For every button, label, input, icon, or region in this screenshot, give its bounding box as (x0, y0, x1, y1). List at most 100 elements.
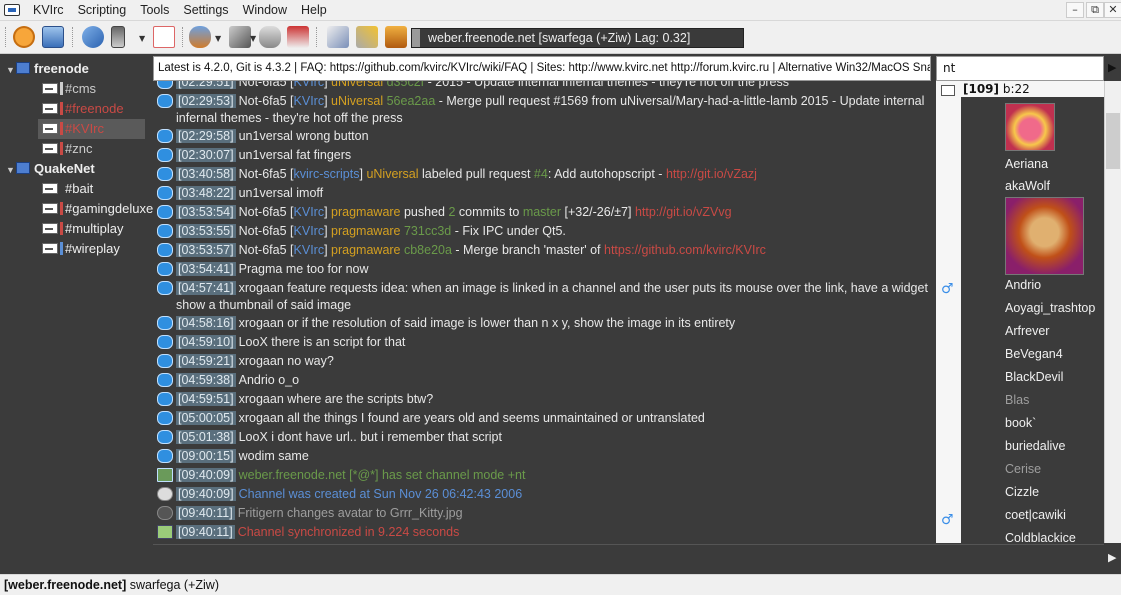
topic-bar[interactable]: Latest is 4.2.0, Git is 4.3.2 | FAQ: htt… (153, 56, 931, 81)
channel-icon (42, 143, 58, 154)
gamepad-icon[interactable] (259, 26, 281, 48)
chevron-down-icon[interactable]: ▼ (139, 34, 145, 43)
identity-icon[interactable] (189, 26, 211, 48)
expand-arrow-icon[interactable]: ▼ (6, 60, 16, 80)
menu-tools[interactable]: Tools (133, 3, 176, 17)
channel-znc[interactable]: #znc (42, 139, 149, 159)
speech-icon (157, 186, 173, 200)
user-list-item[interactable]: Blas (1005, 393, 1029, 407)
notifier-icon[interactable] (385, 26, 407, 48)
message-text: [02:29:51] Not-6fa5 [KVIrc] uNiversal d35… (176, 81, 936, 91)
menu-window[interactable]: Window (236, 3, 294, 17)
close-button[interactable]: ✕ (1104, 2, 1121, 18)
topic-arrow-icon[interactable]: ▶ (1108, 61, 1116, 74)
channel-cms[interactable]: #cms (42, 79, 149, 99)
timestamp: [09:40:09] (176, 487, 236, 501)
userlist-mode-icon[interactable] (941, 85, 955, 96)
channel-KVIrc[interactable]: #KVIrc (38, 119, 145, 139)
user-list-item[interactable]: Aoyagi_trashtop (1005, 301, 1095, 315)
male-icon: ♂ (941, 281, 954, 297)
message-fragment: master (522, 205, 565, 219)
new-window-icon[interactable] (153, 26, 175, 48)
message-fragment: pragmaware (331, 205, 404, 219)
message-fragment: KVIrc (293, 224, 325, 238)
message-input[interactable] (153, 544, 1104, 572)
message-text: [09:40:11] Channel synchronized in 9.224 … (176, 524, 936, 541)
channel-gamingdeluxe[interactable]: #gamingdeluxe (42, 199, 153, 219)
message-text: [04:59:51] xrogaan where are the scripts … (176, 391, 936, 408)
user-list-item[interactable]: BeVegan4 (1005, 347, 1063, 361)
message-text: [03:53:57] Not-6fa5 [KVIrc] pragmaware cb… (176, 242, 936, 259)
user-list-item[interactable]: Andrio (1005, 278, 1041, 292)
channel-multiplay[interactable]: #multiplay (42, 219, 149, 239)
toolbar-separator (182, 27, 183, 47)
userlist-filter[interactable]: nt (936, 56, 1104, 81)
chevron-down-icon[interactable]: ▼ (250, 34, 256, 43)
user-alert-icon[interactable] (287, 26, 309, 48)
speech-icon (157, 316, 173, 330)
user-list-item[interactable]: Coldblackice (1005, 531, 1076, 543)
user-list-item[interactable]: coet|cawiki (1005, 508, 1066, 522)
expand-arrow-icon[interactable]: ▼ (6, 160, 16, 180)
tools-icon[interactable] (229, 26, 251, 48)
menu-kvirc[interactable]: KVIrc (26, 3, 71, 17)
activity-flag (60, 222, 63, 235)
user-list-item[interactable]: Cerise (1005, 462, 1041, 476)
menu-scripting[interactable]: Scripting (71, 3, 134, 17)
user-list-item[interactable]: Cizzle (1005, 485, 1039, 499)
network-quakenet[interactable]: ▼ QuakeNet (6, 159, 95, 179)
message-text: [09:40:09] Channel was created at Sun Nov… (176, 486, 936, 503)
window-tree: ▼ freenode #cms #freenode #KVIrc #znc ▼ QuakeNe… (0, 57, 153, 543)
restore-button[interactable]: ⧉ (1086, 2, 1104, 18)
user-list-item[interactable]: akaWolf (1005, 179, 1050, 193)
message-text: [03:40:58] Not-6fa5 [kvirc-scripts] uNive… (176, 166, 936, 183)
message-text: [03:48:22] un1versal imoff (176, 185, 936, 202)
user-list-item[interactable]: Arfrever (1005, 324, 1049, 338)
settings-tools-icon[interactable] (356, 26, 378, 48)
status-server: [weber.freenode.net] (4, 578, 127, 592)
timestamp: [02:29:51] (176, 81, 236, 89)
user-list-item[interactable]: Aeriana (1005, 157, 1048, 171)
menu-help[interactable]: Help (294, 3, 334, 17)
user-list-item[interactable]: book` (1005, 416, 1036, 430)
status-bar: [weber.freenode.net] swarfega (+Ziw) (0, 574, 1121, 595)
connect-icon[interactable] (82, 26, 104, 48)
channel-label: #gamingdeluxe (65, 201, 154, 216)
userlist-scroll-thumb[interactable] (1106, 113, 1120, 169)
user-list-item[interactable]: BlackDevil (1005, 370, 1063, 384)
speech-icon (157, 94, 173, 108)
user-list-item[interactable]: buriedalive (1005, 439, 1065, 453)
channel-wireplay[interactable]: #wireplay (42, 239, 149, 259)
message-text: [05:01:38] LooX i dont have url.. but i r… (176, 429, 936, 446)
send-arrow-icon[interactable]: ▶ (1108, 551, 1116, 564)
server-icon[interactable] (111, 26, 125, 48)
toolbar-separator (316, 27, 317, 47)
message-fragment: LooX there is an script for that (238, 335, 406, 349)
channel-bait[interactable]: #bait (42, 179, 149, 199)
chevron-down-icon[interactable]: ▼ (215, 34, 221, 43)
message-fragment: commits to (458, 205, 523, 219)
channel-icon (42, 83, 58, 94)
message-text: [02:29:58] un1versal wrong button (176, 128, 936, 145)
minimize-button[interactable]: – (1066, 2, 1084, 18)
toolbar-separator (72, 27, 73, 47)
speech-icon (157, 262, 173, 276)
channel-label: #multiplay (65, 221, 124, 236)
window-list-icon[interactable] (42, 26, 64, 48)
userlist-scrollbar[interactable] (1104, 81, 1121, 543)
user-list[interactable]: Aeriana akaWolf Andrio Aoyagi_trashtop Arfre… (961, 97, 1104, 543)
timestamp: [04:59:21] (176, 354, 236, 368)
menu-settings[interactable]: Settings (176, 3, 235, 17)
chat-view[interactable]: [02:29:51] Not-6fa5 [KVIrc] uNiversal d35… (153, 81, 940, 543)
message-text: [02:29:53] Not-6fa5 [KVIrc] uNiversal 56e… (176, 93, 936, 127)
message-fragment: pragmaware (331, 224, 404, 238)
options-icon[interactable] (327, 26, 349, 48)
timestamp: [03:53:55] (176, 224, 236, 238)
message-fragment: uNiversal (331, 94, 387, 108)
channel-freenode[interactable]: #freenode (42, 99, 149, 119)
main-window: KVIrc Scripting Tools Settings Window He… (0, 0, 1121, 595)
network-freenode[interactable]: ▼ freenode (6, 59, 89, 79)
message-fragment: LooX i dont have url.. but i remember th… (238, 430, 502, 444)
status-nick: swarfega (+Ziw) (129, 578, 219, 592)
help-icon[interactable] (13, 26, 35, 48)
